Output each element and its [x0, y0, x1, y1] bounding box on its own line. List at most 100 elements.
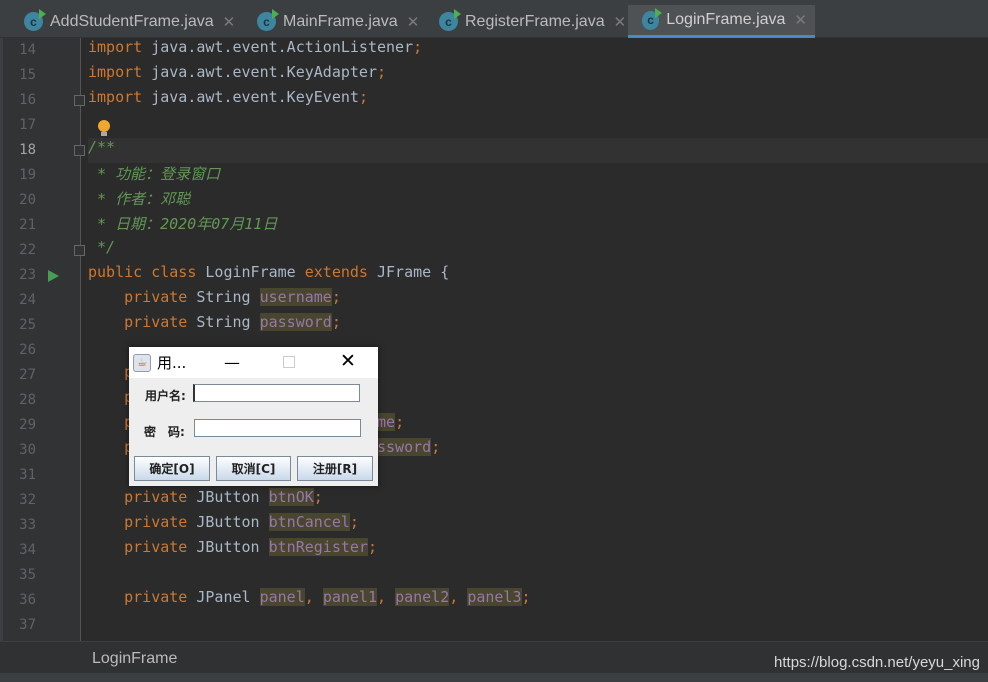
code-token: ; — [313, 488, 323, 506]
code-token: p — [88, 363, 134, 381]
java-class-icon: c — [642, 7, 663, 30]
code-token: me — [377, 413, 396, 431]
code-line: private String password; — [88, 313, 341, 338]
code-token: JButton — [196, 488, 269, 506]
code-token: * 功能：登录窗口 — [88, 165, 221, 183]
code-token: private — [88, 313, 197, 331]
minimize-button[interactable]: — — [224, 353, 240, 372]
code-token: ; — [377, 63, 387, 81]
code-token: ; — [413, 38, 423, 56]
current-line-highlight — [88, 138, 988, 163]
code-line: p — [88, 388, 133, 413]
tab-loginframe[interactable]: c LoginFrame.java ✕ — [628, 5, 815, 38]
code-token: private — [88, 513, 197, 531]
code-token: password — [259, 313, 332, 331]
line-number: 23 — [19, 267, 36, 283]
ok-button[interactable]: 确定[O] — [134, 456, 210, 481]
code-token: btnOK — [268, 488, 314, 506]
tab-registerframe[interactable]: c RegisterFrame.java ✕ — [425, 5, 634, 38]
code-line: private String username; — [88, 288, 341, 313]
tab-mainframe[interactable]: c MainFrame.java ✕ — [243, 5, 427, 38]
code-token: private — [88, 588, 197, 606]
fold-icon[interactable] — [74, 245, 85, 256]
code-line: import java.awt.event.ActionListener; — [88, 38, 422, 63]
code-token: private — [88, 538, 197, 556]
code-token: ; — [367, 538, 377, 556]
line-number: 31 — [19, 467, 36, 483]
line-number: 17 — [19, 117, 36, 133]
line-number: 14 — [19, 42, 36, 58]
java-class-icon: c — [257, 9, 279, 31]
line-number: 21 — [19, 217, 36, 233]
code-token: /** — [88, 138, 116, 156]
line-number: 33 — [19, 517, 36, 533]
code-token: ; — [521, 588, 531, 606]
cancel-button[interactable]: 取消[C] — [216, 456, 291, 481]
line-number: 36 — [19, 592, 36, 608]
username-input[interactable] — [193, 384, 360, 402]
code-line: * 作者：邓聪 — [88, 188, 190, 213]
line-number: 16 — [19, 92, 36, 108]
fold-icon[interactable] — [74, 145, 85, 156]
code-token: username — [259, 288, 332, 306]
java-icon: ☕ — [133, 353, 151, 372]
line-number: 27 — [19, 367, 36, 383]
code-token: JButton — [196, 513, 269, 531]
close-icon[interactable]: ✕ — [794, 11, 807, 29]
username-label: 用户名: — [145, 389, 186, 403]
code-token: */ — [88, 238, 116, 256]
code-token: p — [88, 438, 134, 456]
tab-label: MainFrame.java — [283, 12, 398, 30]
run-icon[interactable] — [48, 270, 59, 282]
close-button[interactable]: ✕ — [340, 350, 356, 372]
java-class-icon: c — [24, 9, 46, 31]
code-token: panel1 — [322, 588, 377, 606]
code-token: p — [88, 388, 134, 406]
code-token: JFrame { — [377, 263, 450, 281]
code-token: String — [196, 288, 260, 306]
code-token: import — [88, 38, 152, 56]
code-token: ; — [395, 413, 405, 431]
code-token: LoginFrame — [205, 263, 305, 281]
code-token: private — [88, 488, 197, 506]
close-icon[interactable]: ✕ — [614, 13, 627, 31]
code-token: p — [88, 413, 134, 431]
java-class-icon: c — [439, 9, 461, 31]
code-token: panel — [259, 588, 305, 606]
breadcrumb[interactable]: LoginFrame — [92, 650, 177, 668]
code-token: java.awt.event.ActionListener — [151, 38, 414, 56]
code-token: import — [88, 88, 152, 106]
line-number: 20 — [19, 192, 36, 208]
code-token: import — [88, 63, 152, 81]
line-number: 32 — [19, 492, 36, 508]
line-number: 18 — [19, 142, 36, 158]
line-number: 26 — [19, 342, 36, 358]
code-token: panel2 — [395, 588, 450, 606]
password-input[interactable] — [194, 419, 361, 437]
code-token: panel3 — [467, 588, 522, 606]
code-token: , — [304, 588, 323, 606]
breadcrumb-bar: LoginFrame https://blog.csdn.net/yeyu_xi… — [0, 641, 988, 673]
code-token: ; — [431, 438, 441, 456]
code-token: java.awt.event.KeyAdapter — [151, 63, 377, 81]
code-line: * 功能：登录窗口 — [88, 163, 220, 188]
code-line: private JButton btnRegister; — [88, 538, 377, 563]
tab-addstudentframe[interactable]: c AddStudentFrame.java ✕ — [10, 5, 243, 38]
line-number: 34 — [19, 542, 36, 558]
code-token: public class — [88, 263, 206, 281]
tab-label: LoginFrame.java — [666, 11, 786, 28]
line-number: 24 — [19, 292, 36, 308]
code-token: ; — [358, 88, 368, 106]
close-icon[interactable]: ✕ — [407, 13, 420, 31]
code-token: ssword — [377, 438, 432, 456]
code-line: p — [88, 363, 133, 388]
line-number: 19 — [19, 167, 36, 183]
fold-icon[interactable] — [74, 95, 85, 106]
maximize-button[interactable] — [283, 356, 295, 368]
tab-label: AddStudentFrame.java — [50, 12, 214, 30]
close-icon[interactable]: ✕ — [223, 13, 236, 31]
code-line: private JButton btnOK; — [88, 488, 323, 513]
code-token: ; — [331, 313, 341, 331]
lightbulb-icon[interactable] — [98, 120, 110, 136]
register-button[interactable]: 注册[R] — [297, 456, 373, 481]
